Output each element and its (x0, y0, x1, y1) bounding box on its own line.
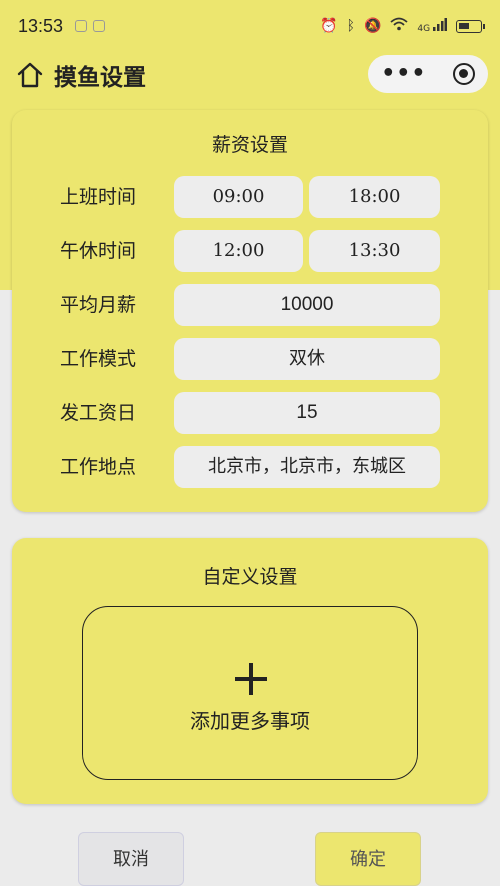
home-icon[interactable] (16, 61, 44, 89)
work-mode-picker[interactable]: 双休 (174, 338, 440, 380)
add-more-items-button[interactable]: 添加更多事项 (82, 606, 418, 780)
target-icon[interactable] (452, 63, 475, 85)
status-icons: ⏰ ᛒ 🔕 4G (320, 17, 485, 35)
custom-card-title: 自定义设置 (202, 566, 298, 588)
network-label: 4G (417, 24, 431, 34)
salary-settings-card: 薪资设置 上班时间 09:00 18:00 午休时间 12:00 13:30 平… (12, 110, 488, 512)
lunch-time-row: 午休时间 12:00 13:30 (12, 230, 488, 272)
wifi-icon (390, 17, 409, 35)
bluetooth-icon: ᛒ (346, 18, 355, 34)
monthly-salary-row: 平均月薪 10000 (12, 284, 488, 326)
signal-icon: 4G (417, 18, 447, 34)
plus-icon (235, 663, 267, 695)
lunch-time-label: 午休时间 (60, 240, 137, 262)
work-mode-label: 工作模式 (60, 348, 137, 370)
custom-settings-card: 自定义设置 添加更多事项 (12, 538, 488, 804)
pay-day-row: 发工资日 15 (12, 392, 488, 434)
notification-icons (75, 20, 106, 32)
status-bar: 13:53 ⏰ ᛒ 🔕 4G (0, 0, 500, 52)
battery-icon (456, 19, 485, 33)
alarm-icon: ⏰ (320, 18, 338, 34)
mini-program-capsule: ••• (368, 55, 488, 93)
work-mode-row: 工作模式 双休 (12, 338, 488, 380)
mute-icon: 🔕 (363, 18, 382, 34)
lunch-end-picker[interactable]: 13:30 (309, 230, 440, 272)
work-time-label: 上班时间 (60, 186, 137, 208)
cancel-button[interactable]: 取消 (78, 832, 184, 886)
status-time: 13:53 (18, 15, 64, 36)
work-location-row: 工作地点 北京市，北京市，东城区 (12, 446, 488, 488)
nav-bar: 摸鱼设置 ••• (0, 52, 500, 98)
salary-card-title: 薪资设置 (211, 134, 288, 156)
more-icon[interactable]: ••• (381, 63, 426, 85)
work-start-picker[interactable]: 09:00 (174, 176, 303, 218)
add-more-items-label: 添加更多事项 (190, 709, 310, 733)
work-location-label: 工作地点 (60, 456, 137, 478)
app-notification-icon (75, 20, 88, 32)
confirm-button[interactable]: 确定 (315, 832, 421, 886)
work-time-row: 上班时间 09:00 18:00 (12, 176, 488, 218)
work-location-picker[interactable]: 北京市，北京市，东城区 (174, 446, 440, 488)
monthly-salary-label: 平均月薪 (60, 294, 137, 316)
work-end-picker[interactable]: 18:00 (309, 176, 440, 218)
page-title: 摸鱼设置 (54, 65, 146, 91)
app-notification-icon (93, 20, 106, 32)
lunch-start-picker[interactable]: 12:00 (174, 230, 303, 272)
monthly-salary-input[interactable]: 10000 (174, 284, 440, 326)
pay-day-picker[interactable]: 15 (174, 392, 440, 434)
pay-day-label: 发工资日 (60, 402, 137, 424)
